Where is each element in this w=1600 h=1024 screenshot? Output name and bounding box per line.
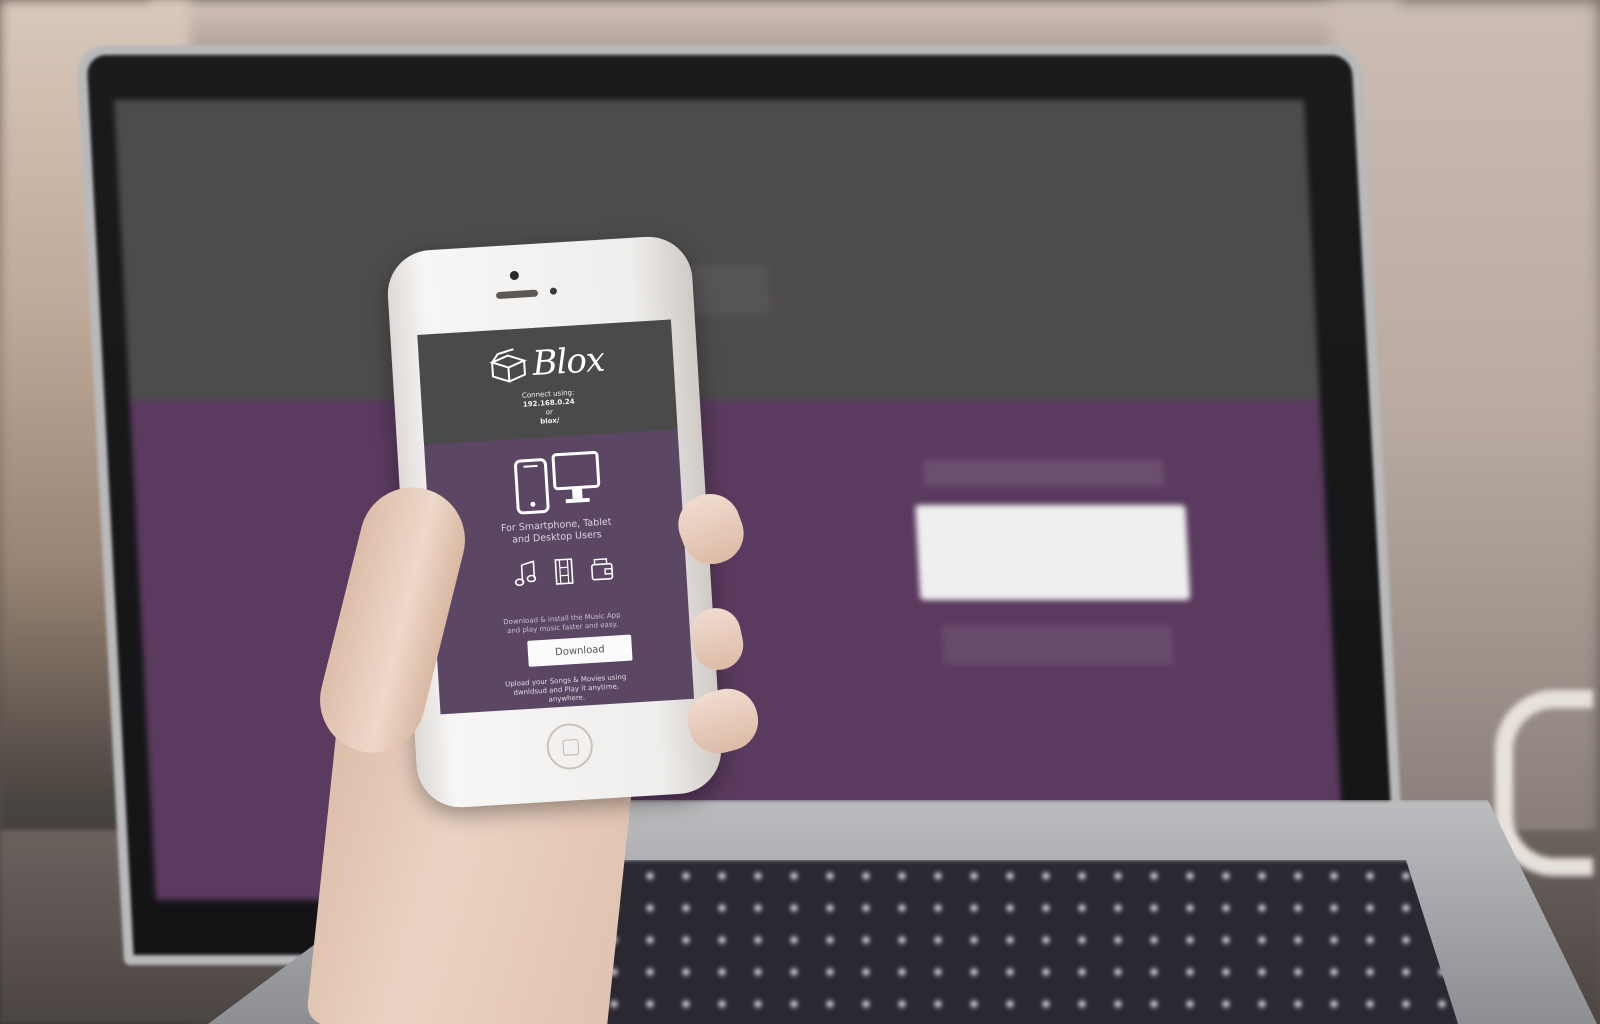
media-icons: [513, 555, 615, 591]
connect-host[interactable]: blox/: [540, 417, 560, 426]
proximity-sensor: [549, 287, 558, 295]
laptop-blurred-logo: [577, 160, 832, 250]
desktop-monitor-icon: [551, 450, 601, 504]
music-note-icon: [514, 560, 537, 587]
photo-scene: Blox Connect using: 192.168.0.24 or blox…: [0, 0, 1600, 1024]
connect-info: Connect using: 192.168.0.24 or blox/: [421, 382, 677, 433]
laptop-blurred-button: [915, 505, 1191, 600]
earpiece-speaker: [495, 289, 539, 300]
box-logo-icon: [489, 348, 528, 383]
laptop-blurred-text: [922, 460, 1165, 486]
app-name: Blox: [531, 339, 606, 385]
app-logo[interactable]: Blox: [418, 335, 674, 390]
app-header: Blox Connect using: 192.168.0.24 or blox…: [417, 319, 678, 445]
wallet-icon: [591, 558, 614, 581]
feature-tagline: For Smartphone, Tablet and Desktop Users: [500, 516, 612, 546]
front-camera: [509, 270, 520, 281]
home-button[interactable]: [545, 722, 595, 771]
laptop-screen-header: [114, 100, 1320, 400]
download-button[interactable]: Download: [527, 634, 633, 667]
devices-icon: [514, 450, 601, 515]
download-description: Download & install the Music App and pla…: [503, 611, 621, 636]
laptop-screen: [114, 100, 1346, 900]
laptop-keyboard: [560, 860, 1460, 1024]
laptop-blurred-text-lower: [941, 625, 1174, 665]
film-strip-icon: [554, 558, 574, 585]
upload-description: Upload your Songs & Movies using dwnldsu…: [504, 672, 627, 704]
